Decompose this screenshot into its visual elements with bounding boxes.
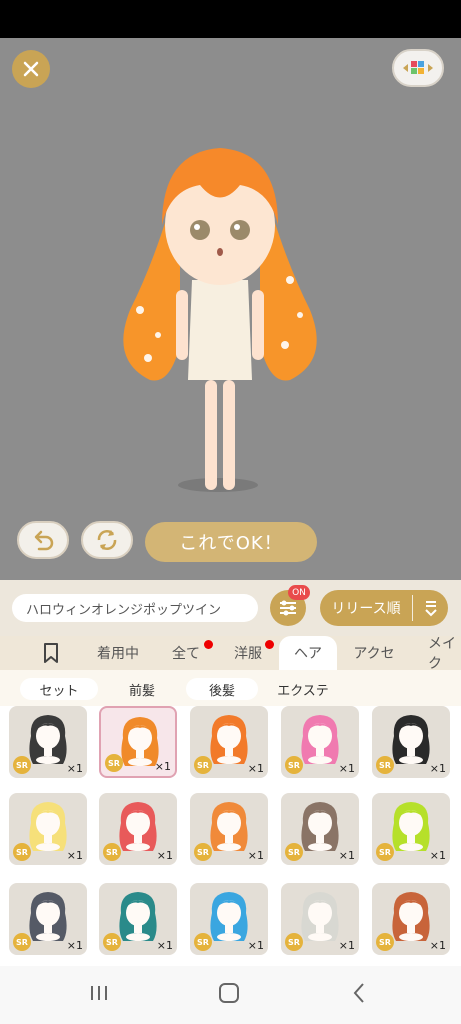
recent-apps-icon xyxy=(91,986,107,1000)
undo-button[interactable] xyxy=(17,521,69,559)
hair-thumbnail xyxy=(119,892,157,941)
item-quantity: ×1 xyxy=(66,762,83,775)
confirm-button[interactable]: これでOK！ xyxy=(145,522,317,562)
recent-apps-button[interactable] xyxy=(84,980,114,1006)
rarity-badge: SR xyxy=(103,933,121,951)
rarity-badge: SR xyxy=(285,933,303,951)
rarity-badge: SR xyxy=(376,933,394,951)
sort-button[interactable]: リリース順 xyxy=(320,590,448,626)
filter-on-badge: ON xyxy=(288,585,310,600)
subtab-bangs[interactable]: 前髪 xyxy=(108,678,176,700)
item-quantity: ×1 xyxy=(156,849,173,862)
divider xyxy=(412,595,413,621)
hair-thumbnail xyxy=(119,802,157,851)
tab-makeup[interactable]: メイク xyxy=(416,636,461,670)
tab-bookmark[interactable] xyxy=(30,636,72,670)
tab-all-notification-dot xyxy=(204,640,213,649)
close-icon xyxy=(23,61,39,77)
hair-thumbnail xyxy=(210,892,248,941)
hair-item-card[interactable]: SR ×1 xyxy=(372,706,450,778)
palette-icon xyxy=(403,61,433,74)
rarity-badge: SR xyxy=(103,843,121,861)
undo-icon xyxy=(34,530,54,551)
hair-thumbnail xyxy=(301,802,339,851)
item-quantity: ×1 xyxy=(429,849,446,862)
rarity-badge: SR xyxy=(376,756,394,774)
hair-thumbnail xyxy=(301,715,339,764)
tab-hair[interactable]: ヘア xyxy=(279,636,337,670)
hair-item-grid: SR ×1 SR ×1 SR ×1 SR ×1 SR ×1 SR ×1 SR ×1 SR ×1 SR ×1 SR ×1… xyxy=(0,706,461,966)
item-quantity: ×1 xyxy=(66,939,83,952)
hair-thumbnail xyxy=(301,892,339,941)
item-quantity: ×1 xyxy=(429,939,446,952)
item-quantity: ×1 xyxy=(429,762,446,775)
back-button[interactable] xyxy=(344,980,374,1006)
hair-thumbnail xyxy=(210,715,248,764)
rarity-badge: SR xyxy=(376,843,394,861)
rarity-badge: SR xyxy=(194,756,212,774)
item-quantity: ×1 xyxy=(247,939,264,952)
hair-item-card[interactable]: SR ×1 xyxy=(99,706,177,778)
hair-thumbnail xyxy=(392,802,430,851)
hair-thumbnail xyxy=(392,892,430,941)
status-bar xyxy=(0,0,461,38)
sliders-icon xyxy=(280,600,296,616)
color-palette-button[interactable] xyxy=(392,49,444,87)
hair-thumbnail xyxy=(392,715,430,764)
item-quantity: ×1 xyxy=(156,939,173,952)
item-quantity: ×1 xyxy=(247,849,264,862)
item-quantity: ×1 xyxy=(66,849,83,862)
item-quantity: ×1 xyxy=(338,939,355,952)
rarity-badge: SR xyxy=(13,843,31,861)
rarity-badge: SR xyxy=(105,754,123,772)
hair-thumbnail xyxy=(29,802,67,851)
hair-item-card[interactable]: SR ×1 xyxy=(9,706,87,778)
rotate-button[interactable] xyxy=(81,521,133,559)
bookmark-icon xyxy=(44,643,58,663)
back-icon xyxy=(353,983,364,1003)
tab-clothes-notification-dot xyxy=(265,640,274,649)
hair-item-card[interactable]: SR ×1 xyxy=(190,793,268,865)
item-quantity: ×1 xyxy=(338,762,355,775)
hair-item-card[interactable]: SR ×1 xyxy=(281,793,359,865)
hair-item-card[interactable]: SR ×1 xyxy=(9,883,87,955)
rarity-badge: SR xyxy=(194,933,212,951)
rarity-badge: SR xyxy=(13,933,31,951)
item-quantity: ×1 xyxy=(154,760,171,773)
item-quantity: ×1 xyxy=(338,849,355,862)
hair-thumbnail xyxy=(29,715,67,764)
hair-thumbnail xyxy=(210,802,248,851)
hair-item-card[interactable]: SR ×1 xyxy=(9,793,87,865)
home-button[interactable] xyxy=(214,980,244,1006)
sort-icon xyxy=(413,599,448,617)
subtab-extension[interactable]: エクステ xyxy=(266,678,340,700)
selected-item-name[interactable]: ハロウィンオレンジポップツイン xyxy=(12,594,258,622)
close-button[interactable] xyxy=(12,50,50,88)
rotate-icon xyxy=(97,530,117,550)
rarity-badge: SR xyxy=(194,843,212,861)
tab-accessory[interactable]: アクセ xyxy=(344,636,404,670)
tab-wearing[interactable]: 着用中 xyxy=(88,636,148,670)
subtab-set[interactable]: セット xyxy=(20,678,98,700)
sort-label: リリース順 xyxy=(331,601,401,617)
hair-item-card[interactable]: SR ×1 xyxy=(99,793,177,865)
hair-item-card[interactable]: SR ×1 xyxy=(190,706,268,778)
hair-thumbnail xyxy=(29,892,67,941)
avatar-character xyxy=(123,148,317,492)
hair-item-card[interactable]: SR ×1 xyxy=(99,883,177,955)
rarity-badge: SR xyxy=(285,843,303,861)
hair-item-card[interactable]: SR ×1 xyxy=(281,706,359,778)
hair-item-card[interactable]: SR ×1 xyxy=(372,793,450,865)
hair-item-card[interactable]: SR ×1 xyxy=(281,883,359,955)
hair-item-card[interactable]: SR ×1 xyxy=(190,883,268,955)
item-quantity: ×1 xyxy=(247,762,264,775)
hair-item-card[interactable]: SR ×1 xyxy=(372,883,450,955)
rarity-badge: SR xyxy=(13,756,31,774)
subtab-back-hair[interactable]: 後髪 xyxy=(186,678,258,700)
home-icon xyxy=(219,983,239,1003)
rarity-badge: SR xyxy=(285,756,303,774)
